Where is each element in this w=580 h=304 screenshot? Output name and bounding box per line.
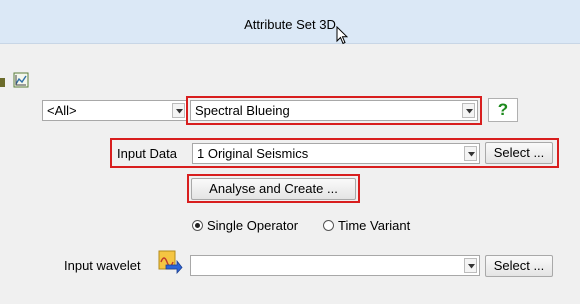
mouse-cursor-icon [336, 26, 348, 45]
help-button[interactable]: ? [488, 98, 518, 122]
help-question-icon: ? [497, 100, 509, 119]
wavelet-import-icon[interactable] [157, 250, 183, 274]
time-variant-radio[interactable]: Time Variant [323, 218, 410, 233]
single-operator-label: Single Operator [207, 218, 299, 233]
attribute-group-value: <All> [47, 103, 77, 118]
chevron-down-icon[interactable] [172, 103, 185, 118]
input-data-select[interactable]: 1 Original Seismics [192, 143, 480, 164]
radio-unselected-icon [323, 220, 334, 231]
input-data-value: 1 Original Seismics [197, 146, 309, 161]
attribute-group-select[interactable]: <All> [42, 100, 188, 121]
attribute-type-select[interactable]: Spectral Blueing [190, 100, 478, 121]
chart-icon[interactable] [13, 72, 29, 88]
input-wavelet-select-button[interactable]: Select ... [485, 255, 553, 277]
analyse-and-create-button[interactable]: Analyse and Create ... [191, 178, 356, 200]
attribute-type-value: Spectral Blueing [195, 103, 290, 118]
chevron-down-icon[interactable] [464, 258, 477, 273]
input-wavelet-label: Input wavelet [64, 258, 141, 273]
single-operator-radio[interactable]: Single Operator [192, 218, 298, 233]
input-data-label: Input Data [117, 146, 177, 161]
toolbar-partial-icon[interactable] [0, 78, 5, 87]
time-variant-label: Time Variant [338, 218, 411, 233]
chevron-down-icon[interactable] [464, 146, 477, 161]
title-bar: Attribute Set 3D [0, 0, 580, 45]
input-data-select-button[interactable]: Select ... [485, 142, 553, 164]
chevron-down-icon[interactable] [462, 103, 475, 118]
input-wavelet-select[interactable] [190, 255, 480, 276]
radio-selected-icon [192, 220, 203, 231]
window-title: Attribute Set 3D [244, 17, 336, 32]
